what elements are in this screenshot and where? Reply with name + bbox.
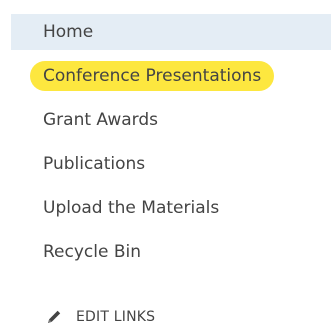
nav-item-recycle-bin[interactable]: Recycle Bin xyxy=(11,234,141,270)
nav-item-publications[interactable]: Publications xyxy=(11,146,145,182)
nav-item-home[interactable]: Home xyxy=(11,14,331,50)
nav-item-label: Upload the Materials xyxy=(43,198,220,218)
nav-item-label: Home xyxy=(43,22,94,42)
pencil-icon xyxy=(45,308,63,326)
nav-item-conference-presentations[interactable]: Conference Presentations xyxy=(11,58,275,94)
nav-item-label: Recycle Bin xyxy=(43,242,142,262)
edit-links-label: EDIT LINKS xyxy=(76,309,156,325)
nav-item-upload-the-materials[interactable]: Upload the Materials xyxy=(11,190,219,226)
nav-item-label: Conference Presentations xyxy=(30,61,275,91)
nav-item-label: Publications xyxy=(43,154,146,174)
nav-item-label: Grant Awards xyxy=(43,110,159,130)
nav-item-grant-awards[interactable]: Grant Awards xyxy=(11,102,158,138)
edit-links-button[interactable]: EDIT LINKS xyxy=(45,303,155,331)
